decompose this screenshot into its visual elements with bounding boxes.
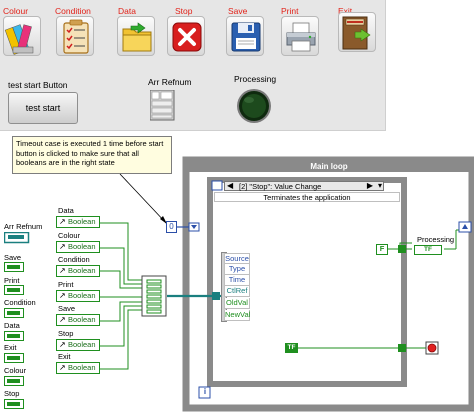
- bool-tunnel: [398, 245, 406, 253]
- print-terminal: [4, 285, 24, 295]
- ref-label-colour: Colour: [58, 231, 81, 240]
- processing-terminal-label: Processing: [417, 235, 455, 244]
- ref-label-stop: Stop: [58, 329, 74, 338]
- refnum-tunnel-outer: [212, 292, 220, 300]
- save-terminal: [4, 262, 24, 272]
- terminal-label-save: Save: [4, 253, 22, 262]
- bool-ref-save: ↗ Boolean: [56, 314, 100, 326]
- event-timeout-terminal: [211, 180, 223, 191]
- data-terminal: [4, 331, 24, 341]
- bool-ref-data: ↗ Boolean: [56, 216, 100, 228]
- event-case-selector[interactable]: ◀ [2] "Stop": Value Change ▶ ▾: [224, 181, 384, 191]
- event-data-ctlref: CtlRef: [224, 286, 250, 297]
- terminal-label-stop: Stop: [4, 389, 20, 398]
- timeout-constant: 0: [166, 221, 177, 233]
- event-data-time: Time: [224, 275, 250, 286]
- terminal-label-colour: Colour: [4, 366, 27, 375]
- bool-wire-stop: [100, 305, 142, 347]
- bool-ref-stop: ↗ Boolean: [56, 339, 100, 351]
- ref-label-condition: Condition: [58, 255, 90, 264]
- bool-wire-colour: [100, 247, 142, 285]
- event-data-newval: NewVal: [224, 310, 251, 321]
- bool-ref-exit: ↗ Boolean: [56, 362, 100, 374]
- false-constant: F: [376, 244, 388, 255]
- processing-terminal: TF: [414, 245, 442, 255]
- bool-wire-exit: [100, 309, 142, 370]
- colour-terminal: [4, 376, 24, 386]
- arr-refnum-terminal: [4, 232, 30, 244]
- case-menu-icon[interactable]: ▾: [378, 181, 382, 190]
- iteration-label: i: [203, 387, 207, 396]
- event-data-oldval: OldVal: [224, 298, 250, 309]
- terminal-label-exit: Exit: [4, 343, 17, 352]
- comment-pointer-line: [119, 173, 168, 225]
- bool-ref-print: ↗ Boolean: [56, 290, 100, 302]
- event-data-source: Source: [224, 253, 250, 264]
- bool-ref-colour: ↗ Boolean: [56, 241, 100, 253]
- bool-ref-condition: ↗ Boolean: [56, 265, 100, 277]
- ref-label-data: Data: [58, 206, 74, 215]
- terminal-label-condition: Condition: [4, 298, 36, 307]
- event-case-label: [2] "Stop": Value Change: [239, 182, 322, 191]
- bool-wire-save: [100, 301, 142, 322]
- case-next-icon[interactable]: ▶: [367, 181, 373, 190]
- case-prev-icon[interactable]: ◀: [227, 181, 233, 190]
- terminal-label-data: Data: [4, 321, 20, 330]
- main-loop-title: Main loop: [310, 162, 348, 171]
- terminal-label-arr-refnum: Arr Refnum: [4, 222, 43, 231]
- ref-label-print: Print: [58, 280, 74, 289]
- condition-terminal: [4, 308, 24, 318]
- ref-label-save: Save: [58, 304, 76, 313]
- event-data-type: Type: [224, 264, 250, 275]
- ref-label-exit: Exit: [58, 352, 71, 361]
- stop-control-terminal: [4, 399, 24, 409]
- true-constant: TF: [285, 343, 298, 353]
- exit-terminal: [4, 353, 24, 363]
- terminal-label-print: Print: [4, 276, 20, 285]
- event-description: Terminates the application: [214, 192, 400, 202]
